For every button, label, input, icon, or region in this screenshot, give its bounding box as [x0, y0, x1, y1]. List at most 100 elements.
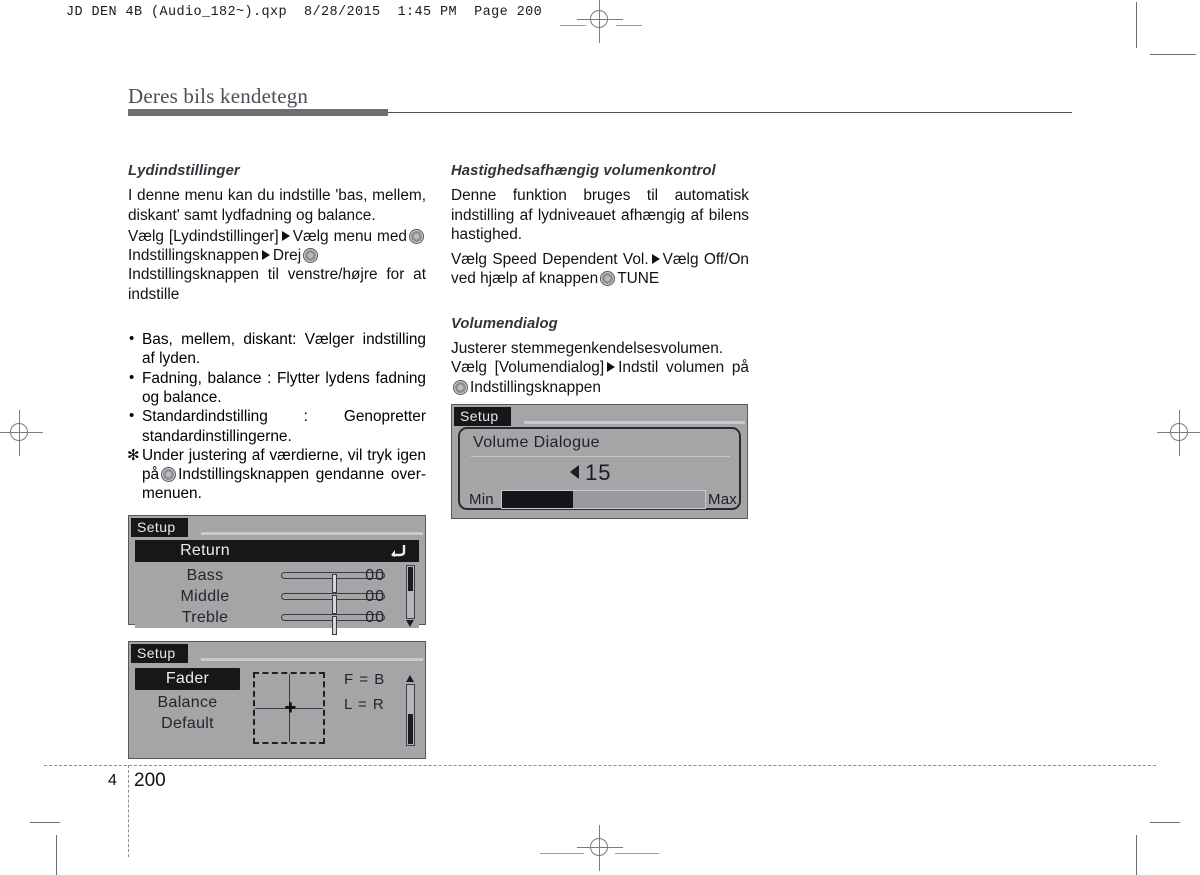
left-column: Lydindstillinger I denne menu kan du ind… — [127, 162, 426, 504]
eq-slider-thumb[interactable] — [332, 616, 337, 635]
lcd-row-label: Treble — [181, 608, 229, 626]
paragraph-volume-path: Vælg [Volumendialog] Indstil volumen på In… — [451, 358, 749, 397]
feature-bullet-list: • Bas, mellem, diskant: Vælger indstilli… — [127, 330, 426, 504]
lcd-row-label: Fader — [165, 670, 210, 687]
list-item-label: Fadning, balance : Flytter lydens fadnin… — [142, 369, 426, 406]
path-step-4: Drej — [272, 247, 302, 265]
scroll-down-arrow-icon[interactable] — [406, 620, 414, 627]
scroll-up-arrow-icon[interactable] — [406, 675, 414, 682]
path-step-5: Indstillingsknappen til venstre/højre fo… — [128, 266, 426, 303]
section-heading-lydindstillinger: Lydindstillinger — [128, 163, 240, 179]
paragraph-lyd-path: Vælg [Lydindstillinger] Vælg menu med Inds… — [128, 227, 426, 304]
trim-rule-top-right — [616, 25, 642, 26]
path-step-2: Indstil volumen på — [618, 359, 749, 377]
lcd-tab-label: Setup — [131, 644, 188, 663]
lcd-row-label: Balance — [157, 693, 218, 711]
path-step-2: Vælg menu med — [292, 227, 407, 245]
fader-position-marker-icon[interactable] — [285, 704, 294, 713]
list-item: • Bas, mellem, diskant: Vælger indstilli… — [128, 330, 426, 369]
tune-knob-icon — [161, 467, 177, 483]
tune-knob-icon — [409, 228, 424, 244]
lcd-row-treble[interactable]: Treble 00 — [135, 607, 419, 635]
step-arrow-icon — [261, 250, 270, 261]
bullet-icon: • — [129, 407, 135, 425]
volume-value: 15 — [585, 460, 612, 485]
registration-mark-top — [577, 0, 623, 43]
scrollbar-thumb[interactable] — [408, 567, 413, 591]
paragraph-lyd-intro: I denne menu kan du indstille 'bas, mell… — [128, 187, 426, 224]
path-step-1: Vælg Speed Dependent Vol. — [451, 251, 649, 269]
lcd-tab-label: Setup — [454, 407, 511, 426]
paragraph-speed-path: Vælg Speed Dependent Vol. Vælg Off/On ved… — [451, 250, 749, 289]
lcd-row-balance[interactable]: Balance — [135, 692, 240, 713]
path-step-3: Indstillingsknappen — [128, 247, 259, 265]
section-heading-volumendialog: Volumendialog — [451, 315, 558, 332]
lcd-tab-label: Setup — [131, 518, 188, 537]
fader-balance-grid[interactable] — [253, 672, 325, 744]
lcd-scrollbar-equalizer[interactable] — [406, 565, 415, 619]
return-arrow-icon — [391, 545, 406, 557]
asterisk-note-icon: ✻ — [127, 446, 140, 464]
crop-mark-bottom-left-h — [30, 822, 60, 823]
lcd-row-middle[interactable]: Middle 00 — [135, 586, 419, 614]
step-arrow-icon — [651, 254, 660, 265]
trim-rule-top-left — [560, 25, 586, 26]
registration-ring — [590, 10, 608, 28]
print-slug: JD DEN 4B (Audio_182~).qxp 8/28/2015 1:4… — [66, 5, 543, 20]
right-column: Hastighedsafhængig volumenkontrol Denne … — [451, 162, 749, 397]
bullet-icon: • — [129, 368, 135, 386]
lcd-screenshot-volume-dialogue: Setup Volume Dialogue 15 Min Max — [451, 404, 748, 519]
registration-ring — [1170, 423, 1188, 441]
volume-dialogue-title: Volume Dialogue — [473, 434, 600, 451]
registration-ring — [590, 838, 608, 856]
lcd-row-value: 00 — [365, 587, 385, 605]
tune-knob-icon — [303, 248, 319, 264]
lcd-tab-rule — [201, 532, 423, 535]
volume-dialogue-panel: Volume Dialogue 15 Min Max — [458, 427, 741, 510]
speaker-icon — [570, 465, 579, 479]
path-step-3: Indstillingsknappen — [470, 378, 601, 396]
title-rule — [388, 112, 1072, 113]
list-item-label: Standardindstilling : Genopretter standa… — [142, 408, 426, 445]
step-arrow-icon — [607, 362, 616, 373]
fader-readout-front-back: F = B — [344, 671, 386, 688]
registration-mark-left — [0, 410, 43, 456]
lcd-scrollbar-fader[interactable] — [406, 684, 415, 746]
slider-min-label: Min — [469, 491, 494, 508]
page-number: 200 — [134, 770, 166, 791]
lcd-screenshot-fader: Setup Fader Balance Default F = B L = R — [128, 641, 426, 759]
lcd-row-fader[interactable]: Fader — [135, 668, 240, 690]
bullet-icon: • — [129, 330, 135, 348]
volume-dialogue-separator — [471, 456, 730, 457]
crop-mark-top-right-v — [1136, 2, 1137, 48]
lcd-row-bass[interactable]: Bass 00 — [135, 565, 419, 593]
chapter-number: 4 — [108, 772, 117, 789]
list-item: • Standardindstilling : Genopretter stan… — [128, 407, 426, 446]
slider-max-label: Max — [708, 491, 737, 508]
crop-mark-top-right-h — [1150, 54, 1196, 55]
note-suffix: Indstillingsknappen gendanne over- menue… — [142, 466, 426, 503]
tune-knob-icon — [600, 271, 616, 287]
trim-rule-bottom-right — [615, 853, 659, 854]
lcd-body: Return Bass 00 Middle 00 Treble 00 — [135, 540, 419, 635]
lcd-row-return[interactable]: Return — [135, 540, 419, 562]
lcd-tab-rule — [201, 658, 423, 661]
fader-readout-left-right: L = R — [344, 696, 385, 713]
path-step-1: Vælg [Volumendialog] — [451, 359, 605, 377]
footer-column-rule — [128, 765, 129, 857]
crop-mark-bottom-right-h — [1150, 822, 1180, 823]
crop-mark-bottom-left-v — [56, 835, 57, 875]
volume-slider-track[interactable] — [501, 490, 706, 509]
section-heading-hastighedsafhaengig: Hastighedsafhængig volumenkontrol — [451, 163, 716, 179]
lcd-row-default[interactable]: Default — [135, 713, 240, 734]
footer-rule — [44, 765, 1156, 767]
scrollbar-thumb[interactable] — [408, 714, 413, 744]
registration-mark-bottom — [577, 825, 623, 871]
lcd-screenshot-equalizer: Setup Return Bass 00 Middle 00 Treble 00 — [128, 515, 426, 635]
trim-rule-bottom-left — [540, 853, 584, 854]
paragraph-volume-intro: Justerer stemmegenkendelsesvolumen. — [451, 340, 724, 358]
path-step-3: TUNE — [617, 270, 660, 288]
lcd-row-label: Middle — [180, 587, 230, 605]
title-accent-bar — [128, 109, 388, 116]
